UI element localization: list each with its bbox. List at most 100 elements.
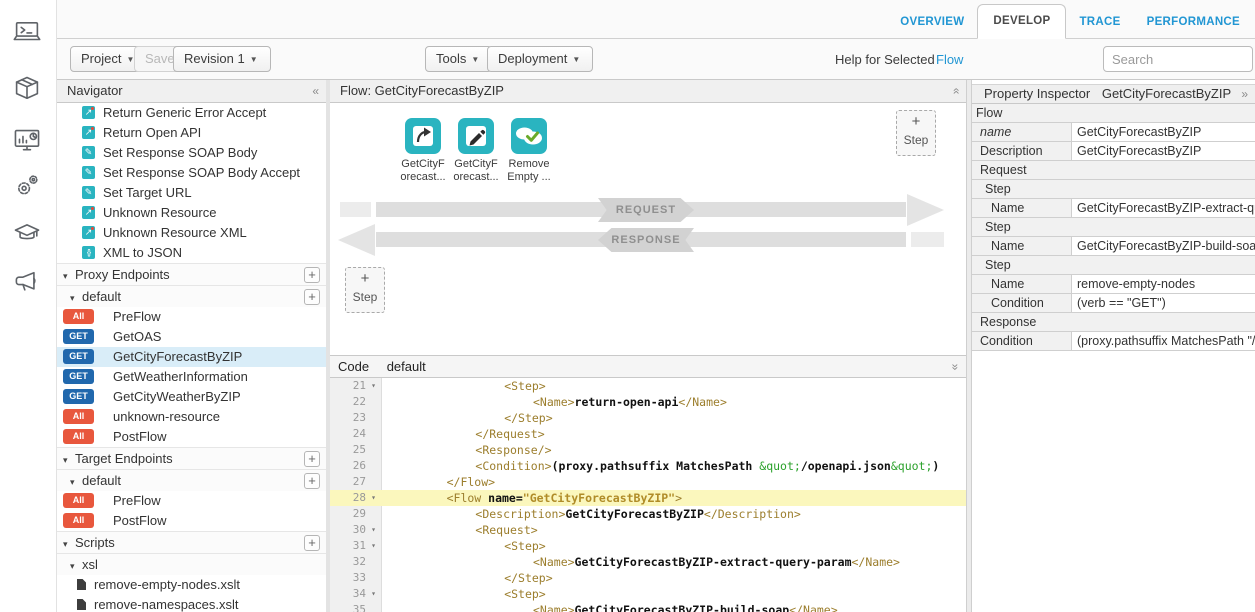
add-button[interactable]: + xyxy=(304,473,320,489)
navigator-policy-return-open-api[interactable]: ↗Return Open API xyxy=(57,123,326,143)
add-button[interactable]: + xyxy=(304,289,320,305)
item-label: remove-namespaces.xslt xyxy=(94,597,239,612)
analytics-icon[interactable] xyxy=(12,126,42,156)
navigator-flow-getcityforecastbyzip[interactable]: GETGetCityForecastByZIP xyxy=(57,347,326,367)
learn-icon[interactable] xyxy=(12,218,42,248)
add-button[interactable]: + xyxy=(304,267,320,283)
tab-trace[interactable]: TRACE xyxy=(1066,5,1133,39)
code-line-28[interactable]: 28▾<Flow name="GetCityForecastByZIP"> xyxy=(330,490,966,506)
caret-down-icon[interactable]: ▾ xyxy=(70,287,80,309)
property-table: FlownameGetCityForecastByZIPDescriptionG… xyxy=(972,104,1255,351)
tools-menu-button[interactable]: Tools▼ xyxy=(425,46,492,72)
navigator-file-remove-empty-nodes-xslt[interactable]: remove-empty-nodes.xslt xyxy=(57,575,326,595)
flow-title: Flow: GetCityForecastByZIP xyxy=(340,83,504,98)
help-flow-link[interactable]: Flow xyxy=(936,52,963,67)
code-line-34[interactable]: 34▾<Step> xyxy=(330,586,966,602)
property-value[interactable]: GetCityForecastByZIP xyxy=(1072,142,1255,160)
code-editor[interactable]: 21▾<Step>22<Name>return-open-api</Name>2… xyxy=(330,378,966,612)
navigator-policy-return-generic-error-accept[interactable]: ↗Return Generic Error Accept xyxy=(57,103,326,123)
property-section-request: Request xyxy=(972,161,1255,180)
tab-performance[interactable]: PERFORMANCE xyxy=(1134,5,1253,39)
navigator-policy-set-response-soap-body[interactable]: ✎Set Response SOAP Body xyxy=(57,143,326,163)
fold-toggle-icon[interactable]: ▾ xyxy=(366,378,381,394)
cloud-check-icon[interactable] xyxy=(511,118,547,154)
pencil-icon[interactable] xyxy=(458,118,494,154)
fold-toggle-icon[interactable]: ▾ xyxy=(366,586,381,602)
navigator-sub-default[interactable]: ▾default+ xyxy=(57,285,326,307)
revision-menu-button[interactable]: Revision 1▼ xyxy=(173,46,271,72)
code-line-31[interactable]: 31▾<Step> xyxy=(330,538,966,554)
code-line-27[interactable]: 27</Flow> xyxy=(330,474,966,490)
line-number: 27 xyxy=(330,474,366,490)
code-line-22[interactable]: 22<Name>return-open-api</Name> xyxy=(330,394,966,410)
tab-develop[interactable]: DEVELOP xyxy=(977,4,1066,39)
code-line-26[interactable]: 26<Condition>(proxy.pathsuffix MatchesPa… xyxy=(330,458,966,474)
navigator-sub-default[interactable]: ▾default+ xyxy=(57,469,326,491)
flow-policy-step[interactable]: RemoveEmpty ... xyxy=(503,118,555,184)
code-line-23[interactable]: 23</Step> xyxy=(330,410,966,426)
terminal-icon[interactable] xyxy=(12,17,42,47)
deployment-menu-button[interactable]: Deployment▼ xyxy=(487,46,593,72)
collapse-flow-button[interactable]: » xyxy=(945,88,967,95)
navigator-policy-set-response-soap-body-accept[interactable]: ✎Set Response SOAP Body Accept xyxy=(57,163,326,183)
top-tab-bar: OVERVIEW DEVELOP TRACE PERFORMANCE xyxy=(57,0,1255,39)
add-step-button[interactable]: + Step xyxy=(345,267,385,313)
caret-down-icon[interactable]: ▾ xyxy=(63,533,73,555)
property-value[interactable]: (verb == "GET") xyxy=(1072,294,1255,312)
navigator-sub-xsl[interactable]: ▾xsl xyxy=(57,553,326,575)
code-line-24[interactable]: 24</Request> xyxy=(330,426,966,442)
code-line-29[interactable]: 29<Description>GetCityForecastByZIP</Des… xyxy=(330,506,966,522)
navigator-flow-postflow[interactable]: AllPostFlow xyxy=(57,427,326,447)
code-line-21[interactable]: 21▾<Step> xyxy=(330,378,966,394)
caret-down-icon[interactable]: ▾ xyxy=(63,265,73,287)
add-step-button[interactable]: + Step xyxy=(896,110,936,156)
navigator-flow-unknown-resource[interactable]: Allunknown-resource xyxy=(57,407,326,427)
collapse-navigator-button[interactable]: « xyxy=(312,80,319,102)
navigator-policy-unknown-resource[interactable]: ↗Unknown Resource xyxy=(57,203,326,223)
fold-toggle-icon[interactable]: ▾ xyxy=(366,538,381,554)
flow-policy-step[interactable]: GetCityForecast... xyxy=(397,118,449,184)
tab-overview[interactable]: OVERVIEW xyxy=(887,5,977,39)
navigator-flow-postflow[interactable]: AllPostFlow xyxy=(57,511,326,531)
navigator-flow-preflow[interactable]: AllPreFlow xyxy=(57,307,326,327)
navigator-file-remove-namespaces-xslt[interactable]: remove-namespaces.xslt xyxy=(57,595,326,612)
caret-down-icon[interactable]: ▾ xyxy=(70,471,80,493)
code-line-32[interactable]: 32<Name>GetCityForecastByZIP-extract-que… xyxy=(330,554,966,570)
add-button[interactable]: + xyxy=(304,451,320,467)
fold-toggle-icon[interactable]: ▾ xyxy=(366,490,381,506)
caret-down-icon[interactable]: ▾ xyxy=(63,449,73,471)
navigator-policy-xml-to-json[interactable]: {}XML to JSON xyxy=(57,243,326,263)
code-line-30[interactable]: 30▾<Request> xyxy=(330,522,966,538)
code-line-25[interactable]: 25<Response/> xyxy=(330,442,966,458)
code-line-35[interactable]: 35<Name>GetCityForecastByZIP-build-soap<… xyxy=(330,602,966,612)
property-label: Flow xyxy=(972,104,1255,122)
property-value[interactable]: GetCityForecastByZIP-build-soap xyxy=(1072,237,1255,255)
navigator-flow-getweatherinformation[interactable]: GETGetWeatherInformation xyxy=(57,367,326,387)
navigator-flow-getcityweatherbyzip[interactable]: GETGetCityWeatherByZIP xyxy=(57,387,326,407)
settings-gears-icon[interactable] xyxy=(12,171,42,201)
fold-toggle-icon[interactable]: ▾ xyxy=(366,522,381,538)
property-value[interactable]: GetCityForecastByZIP-extract-query-param xyxy=(1072,199,1255,217)
add-button[interactable]: + xyxy=(304,535,320,551)
file-icon xyxy=(77,599,86,610)
navigator-section-scripts[interactable]: ▾Scripts+ xyxy=(57,531,326,553)
property-value[interactable]: GetCityForecastByZIP xyxy=(1072,123,1255,141)
package-icon[interactable] xyxy=(12,74,42,104)
announcements-icon[interactable] xyxy=(12,267,42,297)
caret-down-icon[interactable]: ▾ xyxy=(70,555,80,577)
navigator-flow-preflow[interactable]: AllPreFlow xyxy=(57,491,326,511)
navigator-section-proxy-endpoints[interactable]: ▾Proxy Endpoints+ xyxy=(57,263,326,285)
navigator-policy-set-target-url[interactable]: ✎Set Target URL xyxy=(57,183,326,203)
code-line-33[interactable]: 33</Step> xyxy=(330,570,966,586)
search-input[interactable] xyxy=(1103,46,1253,72)
flow-policy-step[interactable]: GetCityForecast... xyxy=(450,118,502,184)
collapse-inspector-button[interactable]: » xyxy=(1241,85,1248,103)
navigator-flow-getoas[interactable]: GETGetOAS xyxy=(57,327,326,347)
copy-arrow-icon[interactable] xyxy=(405,118,441,154)
navigator-policy-unknown-resource-xml[interactable]: ↗Unknown Resource XML xyxy=(57,223,326,243)
navigator-section-target-endpoints[interactable]: ▾Target Endpoints+ xyxy=(57,447,326,469)
property-value[interactable]: (proxy.pathsuffix MatchesPath "/c xyxy=(1072,332,1255,350)
property-value[interactable]: remove-empty-nodes xyxy=(1072,275,1255,293)
collapse-code-button[interactable]: » xyxy=(945,364,967,371)
code-text: <Name>GetCityForecastByZIP-build-soap</N… xyxy=(381,603,838,612)
